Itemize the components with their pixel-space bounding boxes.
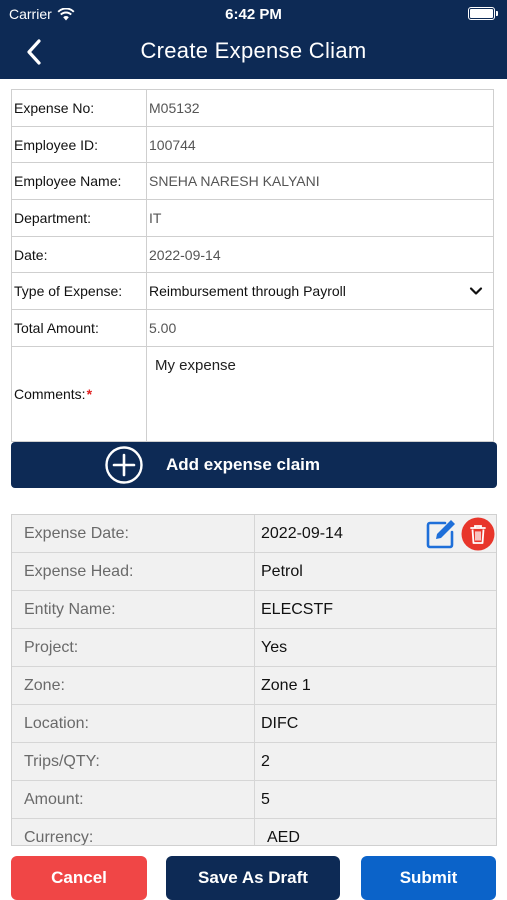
expense-claim-card: Expense Date: 2022-09-14 Expense Head: P… [11,514,497,846]
save-as-draft-button[interactable]: Save As Draft [166,856,340,900]
add-expense-claim-label: Add expense claim [166,455,321,474]
expense-date-cell: 2022-09-14 [255,515,496,552]
expense-head-value: Petrol [261,562,303,580]
app-header: Carrier 6:42 PM Create Expense Cliam [0,0,507,79]
expense-date-label: Expense Date: [12,515,255,552]
chevron-down-icon [469,287,483,295]
claim-row-zone: Zone: Zone 1 [12,667,496,705]
trash-icon[interactable] [461,517,495,551]
zone-value: Zone 1 [261,676,311,694]
claim-row-expense-date: Expense Date: 2022-09-14 [12,515,496,553]
comments-textarea[interactable]: My expense [147,347,493,441]
department-value: IT [149,209,162,226]
comments-label: Comments: * [12,346,147,441]
type-of-expense-select[interactable]: Reimbursement through Payroll [147,273,493,309]
employee-name-label: Employee Name: [12,163,147,200]
form-row-employee-name: Employee Name: SNEHA NARESH KALYANI [12,163,493,201]
claim-row-project: Project: Yes [12,629,496,667]
total-amount-label: Total Amount: [12,310,147,346]
back-button[interactable] [20,37,48,67]
cancel-button[interactable]: Cancel [11,856,147,900]
battery-icon [468,7,498,20]
claim-row-location: Location: DIFC [12,705,496,743]
action-bar: Cancel Save As Draft Submit [0,846,507,900]
type-of-expense-value: Reimbursement through Payroll [149,283,346,300]
expense-date-value: 2022-09-14 [261,524,343,542]
date-label: Date: [12,236,147,273]
amount-value: 5 [261,790,270,808]
claim-row-amount: Amount: 5 [12,781,496,819]
date-field[interactable]: 2022-09-14 [147,237,493,273]
type-of-expense-label: Type of Expense: [12,273,147,310]
total-amount-value: 5.00 [149,319,177,336]
location-label: Location: [12,705,255,742]
required-asterisk: * [86,385,93,402]
form-row-department: Department: IT [12,200,493,237]
currency-value: AED [267,828,300,846]
chevron-left-icon [27,39,41,65]
form-row-comments: Comments: * My expense [12,346,493,441]
department-label: Department: [12,200,147,236]
expense-head-label: Expense Head: [12,553,255,590]
currency-label: Currency: [12,819,255,845]
entity-name-label: Entity Name: [12,591,255,628]
edit-icon[interactable] [423,517,457,551]
employee-name-value: SNEHA NARESH KALYANI [149,173,320,190]
form-row-total-amount: Total Amount: 5.00 [12,310,493,347]
form-row-type-of-expense: Type of Expense: Reimbursement through P… [12,273,493,311]
zone-label: Zone: [12,667,255,704]
form-row-expense-no: Expense No: M05132 [12,90,493,127]
claim-row-currency: Currency: AED [12,819,496,846]
comments-value: My expense [155,356,236,374]
trips-qty-value: 2 [261,752,270,770]
plus-circle-icon [105,446,143,484]
page-title: Create Expense Cliam [140,38,367,63]
trips-qty-label: Trips/QTY: [12,743,255,780]
expense-no-label: Expense No: [12,90,147,126]
expense-no-value: M05132 [149,99,200,116]
claim-row-entity-name: Entity Name: ELECSTF [12,591,496,629]
claim-row-trips-qty: Trips/QTY: 2 [12,743,496,781]
employee-id-value: 100744 [149,136,196,153]
status-bar: Carrier 6:42 PM [0,0,507,28]
entity-name-value: ELECSTF [261,600,334,618]
comments-label-text: Comments: [14,385,86,402]
submit-button[interactable]: Submit [361,856,496,900]
add-expense-claim-button[interactable]: Add expense claim [11,442,497,488]
claim-row-expense-head: Expense Head: Petrol [12,553,496,591]
form-row-date: Date: 2022-09-14 [12,236,493,274]
project-value: Yes [261,638,288,656]
project-label: Project: [12,629,255,666]
expense-form: Expense No: M05132 Employee ID: 100744 E… [11,89,494,442]
location-value: DIFC [261,714,299,732]
amount-label: Amount: [12,781,255,818]
status-time: 6:42 PM [225,6,282,23]
form-row-employee-id: Employee ID: 100744 [12,126,493,164]
employee-id-label: Employee ID: [12,126,147,163]
